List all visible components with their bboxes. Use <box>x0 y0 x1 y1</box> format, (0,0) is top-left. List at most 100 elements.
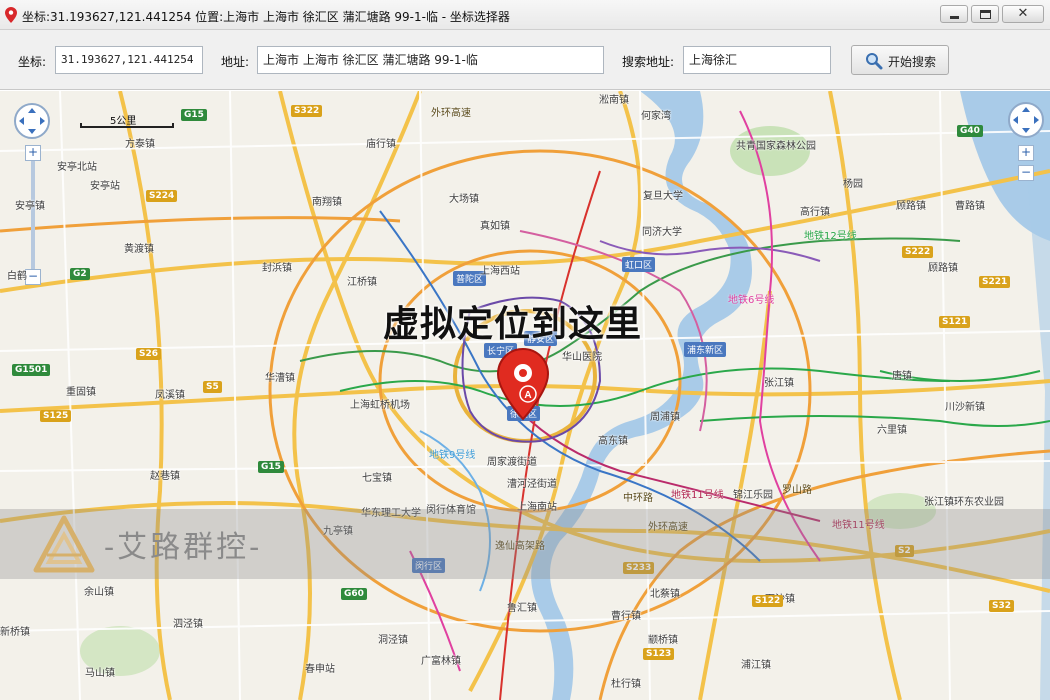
pan-control-left[interactable] <box>13 102 51 140</box>
logo-icon <box>33 515 95 573</box>
place-label: 张江镇 <box>764 378 794 389</box>
highway-shield: G2 <box>70 268 90 280</box>
address-input[interactable]: 上海市 上海市 徐汇区 蒲汇塘路 99-1-临 <box>257 46 604 74</box>
place-label: 颛桥镇 <box>648 635 678 646</box>
highway-shield: S123 <box>643 648 675 660</box>
highway-shield: S121 <box>939 316 971 328</box>
place-label: 上海西站 <box>480 266 520 277</box>
metro-label: 地铁9号线 <box>429 450 476 461</box>
place-label: 泗泾镇 <box>173 619 203 630</box>
watermark-text: -艾路群控- <box>104 530 263 565</box>
highway-shield: S222 <box>902 246 934 258</box>
place-label: 江桥镇 <box>347 277 377 288</box>
place-label: 安亭站 <box>90 181 120 192</box>
place-label: 复旦大学 <box>643 191 683 202</box>
highway-shield: S122 <box>752 595 784 607</box>
minimize-button[interactable] <box>940 5 968 23</box>
pan-control-right[interactable] <box>1007 101 1045 139</box>
place-label: 鲁汇镇 <box>507 603 537 614</box>
metro-label: 地铁12号线 <box>804 231 857 242</box>
place-label: 重固镇 <box>66 387 96 398</box>
highway-shield: G15 <box>258 461 284 473</box>
place-label: 真如镇 <box>480 221 510 232</box>
place-label: 浦江镇 <box>741 660 771 671</box>
coord-input[interactable]: 31.193627,121.441254 <box>55 46 203 74</box>
place-label: 上海虹桥机场 <box>350 400 410 411</box>
search-address-input[interactable]: 上海徐汇 <box>683 46 831 74</box>
zoom-in-button-right[interactable]: + <box>1018 145 1034 161</box>
highway-shield: S322 <box>291 105 323 117</box>
close-button[interactable]: ✕ <box>1002 5 1044 23</box>
place-label: 杜行镇 <box>611 679 641 690</box>
place-label: 张江镇环东农业园 <box>924 497 1004 508</box>
highway-shield: G40 <box>957 125 983 137</box>
virtual-location-caption: 虚拟定位到这里 <box>383 304 643 345</box>
title-bar: 坐标:31.193627,121.441254 位置:上海市 上海市 徐汇区 蒲… <box>0 0 1050 30</box>
close-icon: ✕ <box>1017 6 1029 21</box>
place-label: 锦江乐园 <box>733 490 773 501</box>
toolbar: 坐标: 31.193627,121.441254 地址: 上海市 上海市 徐汇区… <box>0 30 1050 90</box>
window-controls: ✕ <box>940 5 1044 23</box>
map-view[interactable]: + − 5公里 + − 普陀区 长宁区 静安区 虹口区 浦东新区 徐汇区 闵行区… <box>0 91 1050 700</box>
road-label: 外环高速 <box>431 108 471 119</box>
place-label: 川沙新镇 <box>945 402 985 413</box>
place-label: 漕河泾街道 <box>507 479 557 490</box>
place-label: 华漕镇 <box>265 373 295 384</box>
place-label: 安亭镇 <box>15 201 45 212</box>
place-label: 赵巷镇 <box>150 471 180 482</box>
place-label: 周家渡街道 <box>487 457 537 468</box>
place-label: 曹行镇 <box>611 611 641 622</box>
start-search-button[interactable]: 开始搜索 <box>851 45 949 75</box>
magnifier-icon <box>866 53 883 70</box>
highway-shield: S5 <box>203 381 222 393</box>
place-label: 顾路镇 <box>896 201 926 212</box>
highway-shield: S224 <box>146 190 178 202</box>
place-label: 封浜镇 <box>262 263 292 274</box>
place-label: 方泰镇 <box>125 139 155 150</box>
location-pin-icon <box>5 7 17 23</box>
map-scale: 5公里 <box>80 112 174 128</box>
place-label: 高行镇 <box>800 207 830 218</box>
place-label: 高东镇 <box>598 436 628 447</box>
metro-label: 地铁11号线 <box>671 490 724 501</box>
place-label: 南翔镇 <box>312 197 342 208</box>
highway-shield: S221 <box>979 276 1011 288</box>
zoom-control-right: + − <box>1018 145 1034 181</box>
highway-shield: G1501 <box>12 364 51 376</box>
road-label: 罗山路 <box>782 485 812 496</box>
place-label: 白鹤 <box>7 271 27 282</box>
maximize-button[interactable] <box>971 5 999 23</box>
place-label: 共青国家森林公园 <box>736 141 816 152</box>
district-label: 浦东新区 <box>684 342 727 357</box>
place-label: 新桥镇 <box>0 627 30 638</box>
maximize-icon <box>980 10 991 19</box>
window-title: 坐标:31.193627,121.441254 位置:上海市 上海市 徐汇区 蒲… <box>22 10 510 24</box>
zoom-out-button-right[interactable]: − <box>1018 165 1034 181</box>
place-label: 庙行镇 <box>366 139 396 150</box>
search-address-label: 搜索地址: <box>622 55 675 69</box>
place-label: 黄渡镇 <box>124 244 154 255</box>
minimize-icon <box>950 16 959 19</box>
zoom-control-left: + − <box>25 145 41 285</box>
address-label: 地址: <box>221 55 250 69</box>
place-label: 北蔡镇 <box>650 589 680 600</box>
location-marker-icon[interactable]: A <box>496 347 550 423</box>
place-label: 杨园 <box>843 179 863 190</box>
place-label: 曹路镇 <box>955 201 985 212</box>
highway-shield: G60 <box>341 588 367 600</box>
place-label: 周浦镇 <box>650 412 680 423</box>
marker-letter: A <box>524 390 531 401</box>
watermark-band: -艾路群控- <box>0 509 1050 579</box>
place-label: 七宝镇 <box>362 473 392 484</box>
place-label: 华山医院 <box>562 352 602 363</box>
place-label: 唐镇 <box>892 371 912 382</box>
highway-shield: S125 <box>40 410 72 422</box>
zoom-slider[interactable] <box>31 161 35 269</box>
place-label: 安亭北站 <box>57 162 97 173</box>
place-label: 洞泾镇 <box>378 635 408 646</box>
place-label: 马山镇 <box>85 668 115 679</box>
place-label: 淞南镇 <box>599 95 629 106</box>
zoom-in-button[interactable]: + <box>25 145 41 161</box>
zoom-out-button[interactable]: − <box>25 269 41 285</box>
metro-label: 地铁6号线 <box>728 295 775 306</box>
